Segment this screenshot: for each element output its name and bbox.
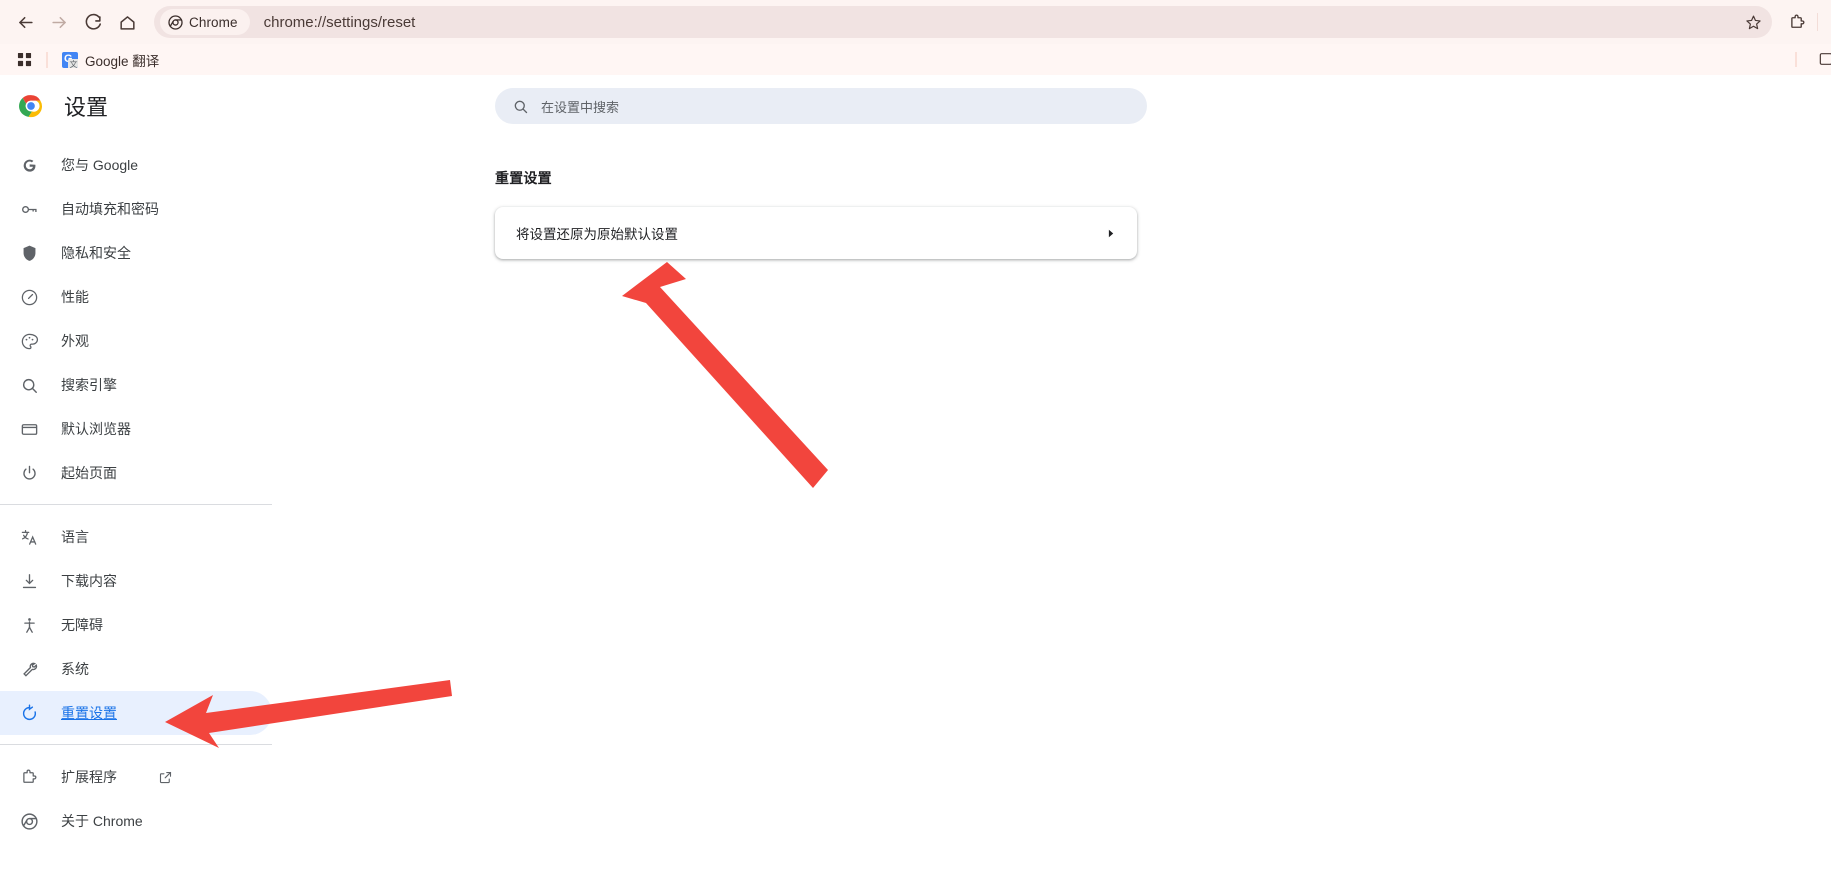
sidebar-item-autofill-passwords[interactable]: 自动填充和密码: [0, 187, 272, 231]
sidebar-item-extensions[interactable]: 扩展程序: [0, 755, 272, 799]
bookmarks-right-divider: [1795, 52, 1797, 67]
search-icon: [19, 375, 39, 395]
sidebar-item-label: 默认浏览器: [61, 421, 131, 437]
sidebar-item-label: 下载内容: [61, 573, 117, 589]
arrow-left-icon: [18, 16, 33, 28]
sidebar-item-label: 外观: [61, 333, 89, 349]
settings-main: 在设置中搜索 重置设置 将设置还原为原始默认设置: [272, 75, 1831, 894]
google-g-icon: [19, 155, 39, 175]
browser-window: Chrome chrome://settings/reset 文 Google …: [0, 0, 1831, 894]
settings-page: 设置 您与 Google 自动填充和密码 隐私和安全 性能 外观 搜索引擎 默认…: [0, 75, 1831, 894]
sidebar-nav-group-3: 扩展程序 关于 Chrome: [0, 755, 272, 843]
search-container: 在设置中搜索: [272, 75, 1831, 124]
toolbar-divider: [1817, 13, 1818, 31]
palette-icon: [19, 331, 39, 351]
sidebar-item-label: 自动填充和密码: [61, 201, 159, 217]
search-input[interactable]: 在设置中搜索: [495, 88, 1147, 124]
sidebar-item-you-and-google[interactable]: 您与 Google: [0, 143, 272, 187]
section-title: 重置设置: [495, 170, 552, 186]
sidebar-item-label: 隐私和安全: [61, 245, 131, 261]
search-icon: [514, 100, 528, 113]
apps-grid-icon: [17, 52, 31, 67]
chrome-color-logo-icon: [19, 95, 43, 118]
sidebar-item-search-engine[interactable]: 搜索引擎: [0, 363, 272, 407]
reset-settings-card: 将设置还原为原始默认设置: [495, 207, 1137, 259]
bookmark-star-button[interactable]: [1740, 9, 1766, 35]
browser-window-icon: [19, 419, 39, 439]
sidebar-nav-group-2: 语言 下载内容 无障碍 系统 重置设置: [0, 515, 272, 735]
chrome-logo-icon: [168, 14, 183, 30]
sidebar-item-privacy-security[interactable]: 隐私和安全: [0, 231, 272, 275]
sidebar-item-label: 搜索引擎: [61, 377, 117, 393]
reset-settings-section: 重置设置 将设置还原为原始默认设置: [272, 124, 1831, 259]
key-icon: [19, 199, 39, 219]
sidebar-item-performance[interactable]: 性能: [0, 275, 272, 319]
puzzle-piece-icon: [19, 767, 39, 787]
forward-button[interactable]: [42, 5, 76, 39]
sidebar-item-on-startup[interactable]: 起始页面: [0, 451, 272, 495]
reload-icon: [85, 13, 101, 30]
sidebar-item-label: 起始页面: [61, 465, 117, 481]
sidebar-item-appearance[interactable]: 外观: [0, 319, 272, 363]
sidebar-item-label: 系统: [61, 661, 89, 677]
reload-button[interactable]: [76, 5, 110, 39]
sidebar-nav-group-1: 您与 Google 自动填充和密码 隐私和安全 性能 外观 搜索引擎 默认浏览器…: [0, 143, 272, 495]
star-icon: [1745, 15, 1761, 29]
apps-grid-button[interactable]: [10, 48, 38, 72]
accessibility-icon: [19, 615, 39, 635]
puzzle-piece-icon: [1790, 14, 1804, 28]
omnibox-chip-label: Chrome: [189, 14, 238, 30]
bookmark-label: Google 翻译: [85, 53, 160, 69]
sidebar-divider-2: [0, 744, 272, 745]
open-in-new-icon: [157, 769, 173, 785]
sidebar-item-accessibility[interactable]: 无障碍: [0, 603, 272, 647]
settings-brand: 设置: [0, 75, 272, 137]
sidebar-item-label: 语言: [61, 529, 89, 545]
sidebar-item-label: 性能: [61, 289, 89, 305]
google-translate-favicon: G文: [62, 51, 78, 68]
search-placeholder: 在设置中搜索: [541, 99, 620, 115]
page-title: 设置: [64, 95, 109, 120]
sidebar-item-downloads[interactable]: 下载内容: [0, 559, 272, 603]
back-button[interactable]: [8, 5, 42, 39]
reading-list-icon: [1819, 53, 1831, 65]
bookmark-item-google-translate[interactable]: G文 Google 翻译: [56, 48, 165, 72]
reading-list-button[interactable]: [1815, 49, 1831, 69]
sidebar-item-default-browser[interactable]: 默认浏览器: [0, 407, 272, 451]
sidebar-item-label: 无障碍: [61, 617, 103, 633]
translate-icon: [19, 527, 39, 547]
bookmarks-divider: [46, 51, 48, 68]
extensions-button[interactable]: [1782, 7, 1812, 37]
download-icon: [19, 571, 39, 591]
omnibox-url-text: chrome://settings/reset: [263, 13, 416, 31]
power-icon: [19, 463, 39, 483]
restore-defaults-label: 将设置还原为原始默认设置: [516, 227, 678, 242]
sidebar-item-label: 关于 Chrome: [61, 813, 143, 829]
reset-circular-arrow-icon: [19, 703, 39, 723]
sidebar-item-label: 扩展程序: [61, 769, 117, 785]
shield-icon: [19, 243, 39, 263]
browser-toolbar: Chrome chrome://settings/reset: [0, 0, 1831, 44]
address-bar[interactable]: Chrome chrome://settings/reset: [154, 6, 1772, 38]
chevron-right-icon: [1103, 226, 1117, 240]
sidebar-item-label: 您与 Google: [61, 157, 139, 173]
chrome-outline-icon: [19, 811, 39, 831]
bookmarks-bar: G文 Google 翻译: [0, 44, 1831, 75]
sidebar-item-about-chrome[interactable]: 关于 Chrome: [0, 799, 272, 843]
home-icon: [119, 15, 135, 30]
omnibox-chrome-chip[interactable]: Chrome: [160, 9, 250, 35]
settings-sidebar: 设置 您与 Google 自动填充和密码 隐私和安全 性能 外观 搜索引擎 默认…: [0, 75, 272, 894]
wrench-icon: [19, 659, 39, 679]
home-button[interactable]: [110, 5, 144, 39]
sidebar-item-languages[interactable]: 语言: [0, 515, 272, 559]
speedometer-icon: [19, 287, 39, 307]
sidebar-item-label: 重置设置: [61, 705, 117, 721]
restore-defaults-row[interactable]: 将设置还原为原始默认设置: [495, 207, 1137, 259]
sidebar-item-system[interactable]: 系统: [0, 647, 272, 691]
sidebar-item-reset-settings[interactable]: 重置设置: [0, 691, 272, 735]
sidebar-divider-1: [0, 504, 272, 505]
arrow-right-icon: [51, 16, 66, 28]
